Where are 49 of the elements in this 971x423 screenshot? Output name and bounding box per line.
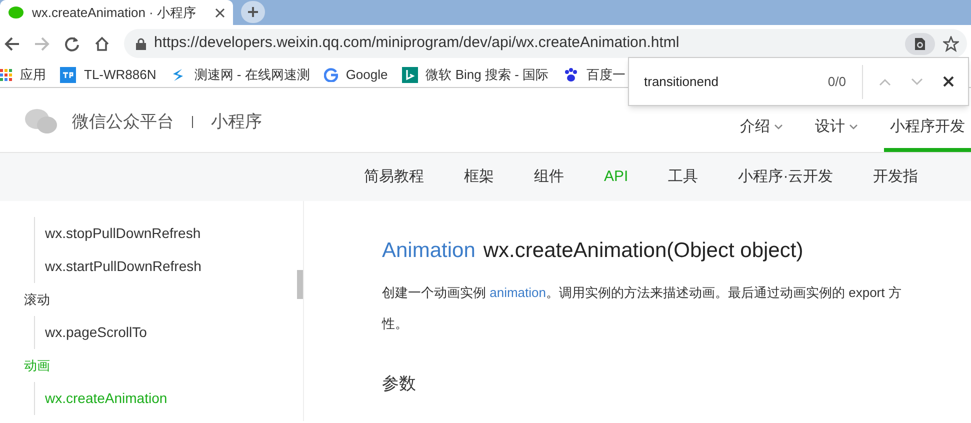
site-brand[interactable]: 微信公众平台 xyxy=(72,108,174,134)
g-logo-icon xyxy=(324,68,338,82)
close-icon[interactable] xyxy=(215,8,225,18)
reload-icon[interactable] xyxy=(64,36,80,52)
bookmark[interactable]: 测速网 - 在线网速测 xyxy=(170,64,310,84)
b-logo-icon xyxy=(402,66,418,82)
sidebar-link[interactable]: wx.stopPullDownRefresh xyxy=(45,223,201,244)
plus-icon xyxy=(247,6,259,18)
back-icon[interactable] xyxy=(4,36,20,52)
site-section[interactable]: 小程序 xyxy=(211,108,262,134)
close-icon[interactable] xyxy=(943,76,954,87)
apps-grid-icon xyxy=(0,68,12,80)
subnav-item[interactable]: 框架 xyxy=(464,166,494,188)
chat-bubble-icon xyxy=(8,6,24,20)
tab-title: wx.createAnimation · 小程序 xyxy=(32,4,197,22)
browser-tab[interactable]: wx.createAnimation · 小程序 xyxy=(0,0,233,25)
subnav-item[interactable]: 开发指 xyxy=(873,166,918,188)
match-count: 0/0 xyxy=(828,72,846,91)
find-input[interactable]: transitionend xyxy=(644,72,828,92)
nav-item[interactable]: 介绍 xyxy=(734,108,789,152)
tp-logo-icon xyxy=(60,66,76,82)
api-title: wx.createAnimation(Object object) xyxy=(483,238,804,264)
bookmark[interactable]: Google xyxy=(324,64,388,84)
section-heading: 参数 xyxy=(382,372,417,394)
sidebar-link[interactable]: wx.pageScrollTo xyxy=(45,322,147,343)
address-bar[interactable]: https://developers.weixin.qq.com/miniprogram/dev/api/wx.createAnimation.html xyxy=(124,29,967,58)
subnav-item[interactable]: 简易教程 xyxy=(364,166,424,188)
new-tab-button[interactable] xyxy=(241,1,265,23)
star-icon[interactable] xyxy=(943,36,959,52)
url-text: https://developers.weixin.qq.com/miniprogram/dev/api/wx.createAnimation.html xyxy=(154,33,680,54)
bookmark[interactable]: 微软 Bing 搜索 - 国际 xyxy=(402,64,549,84)
bookmark[interactable]: 百度一 xyxy=(562,64,626,84)
nav-item[interactable]: 设计 xyxy=(809,108,864,152)
bookmark[interactable]: TL-WR886N xyxy=(60,64,156,84)
find-in-page-icon[interactable] xyxy=(905,32,935,54)
chat-bubbles-logo-icon xyxy=(24,108,58,136)
subnav-item[interactable]: 组件 xyxy=(534,166,564,188)
subnav-item[interactable]: 工具 xyxy=(668,166,698,188)
scrollbar-thumb[interactable] xyxy=(297,270,303,299)
type-link[interactable]: Animation xyxy=(382,235,476,266)
description-text: 创建一个动画实例 animation。调用实例的方法来描述动画。最后通过动画实例的 export 方 性。 xyxy=(382,284,902,332)
lock-icon xyxy=(136,38,146,50)
sidebar-link[interactable]: wx.startPullDownRefresh xyxy=(45,256,202,277)
paw-icon xyxy=(562,66,579,82)
subnav-item[interactable]: 小程序·云开发 xyxy=(738,166,834,188)
sidebar-group[interactable]: 滚动 xyxy=(24,283,50,316)
home-icon[interactable] xyxy=(94,36,110,52)
animation-link[interactable]: animation xyxy=(490,284,546,300)
bookmark[interactable]: 应用 xyxy=(0,64,46,84)
